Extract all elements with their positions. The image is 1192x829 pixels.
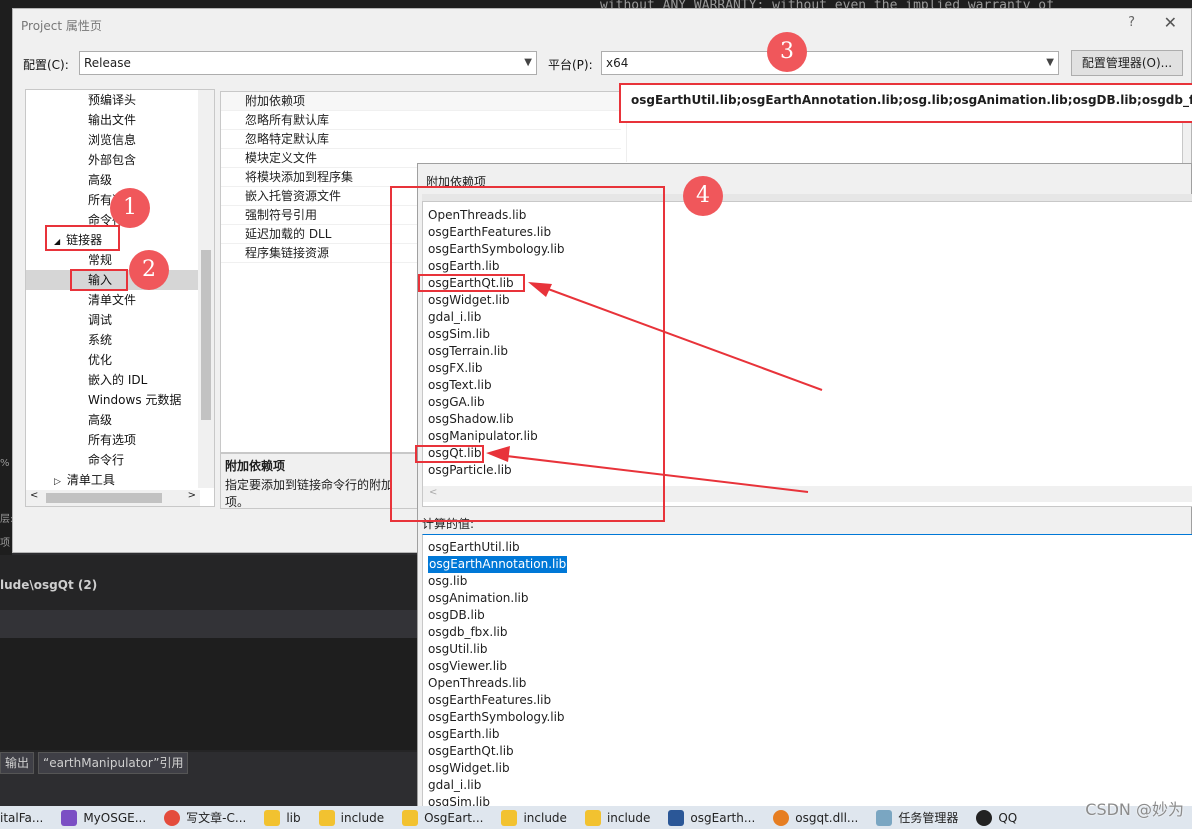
taskbar-item[interactable]: include	[501, 809, 567, 826]
step-badge: 3	[767, 32, 807, 72]
search-icon	[773, 809, 790, 826]
taskbar-item[interactable]: MyOSGE...	[61, 809, 147, 826]
arrowhead-icon	[528, 282, 552, 297]
watermark: CSDN @妙为	[1085, 800, 1184, 819]
taskbar-label: lib	[286, 810, 301, 825]
step-badge: 2	[129, 250, 169, 290]
step-badge: 4	[683, 176, 723, 216]
taskbar-item[interactable]: include	[584, 809, 651, 826]
taskbar-label: include	[523, 810, 567, 825]
windows-taskbar: italFa... MyOSGE... 写文章-C... lib include…	[0, 806, 1192, 829]
step-badge: 1	[110, 188, 150, 228]
taskbar-label: 任务管理器	[898, 811, 959, 825]
taskbar-item[interactable]: osgEarth...	[668, 809, 756, 826]
taskbar-label: MyOSGE...	[83, 810, 147, 825]
taskbar-item[interactable]: lib	[264, 809, 301, 826]
taskbar-item[interactable]: osgqt.dll...	[773, 809, 859, 826]
annotation-arrows	[486, 282, 823, 493]
word-icon	[668, 809, 685, 826]
taskbar-item[interactable]: italFa...	[0, 811, 43, 825]
taskbar-item[interactable]: QQ	[976, 809, 1018, 826]
folder-icon	[584, 809, 601, 826]
taskbar-item[interactable]: 写文章-C...	[164, 809, 246, 826]
arrow-line	[497, 454, 809, 493]
taskbar-label: include	[606, 810, 651, 825]
arrow-line	[539, 285, 823, 391]
taskbar-label: OsgEart...	[424, 810, 484, 825]
taskbar-label: italFa...	[0, 810, 44, 825]
task-manager-icon	[876, 809, 893, 826]
taskbar-label: osgEarth...	[690, 810, 756, 825]
taskbar-item[interactable]: OsgEart...	[402, 809, 484, 826]
taskbar-label: QQ	[998, 810, 1018, 825]
folder-icon	[318, 809, 335, 826]
chrome-icon	[164, 809, 181, 826]
qq-icon	[976, 809, 993, 826]
taskbar-label: 写文章-C...	[186, 811, 247, 825]
folder-icon	[264, 809, 281, 826]
folder-icon	[501, 809, 518, 826]
taskbar-label: osgqt.dll...	[795, 810, 859, 825]
taskbar-label: include	[340, 810, 385, 825]
visual-studio-icon	[61, 809, 78, 826]
taskbar-item[interactable]: 任务管理器	[876, 809, 958, 826]
arrowhead-icon	[486, 446, 510, 462]
taskbar-item[interactable]: include	[318, 809, 385, 826]
folder-icon	[402, 809, 419, 826]
